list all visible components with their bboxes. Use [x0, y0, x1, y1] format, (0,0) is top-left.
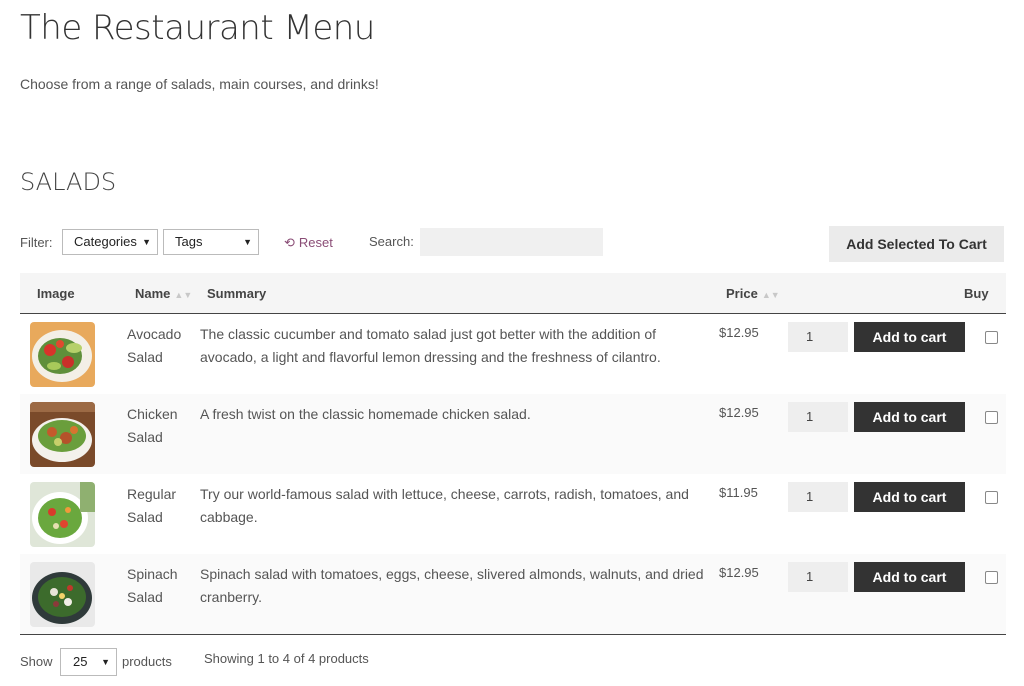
section-title: SALADS: [20, 168, 117, 196]
categories-select[interactable]: Categories ▼: [62, 229, 158, 255]
per-page-select[interactable]: 25 ▼: [60, 648, 117, 676]
quantity-input[interactable]: 1: [788, 482, 848, 512]
search-input[interactable]: [420, 228, 603, 256]
products-label: products: [122, 654, 172, 669]
buy-checkbox[interactable]: [985, 491, 998, 504]
product-price: $12.95: [719, 405, 759, 420]
header-summary: Summary: [207, 286, 267, 301]
chevron-down-icon: ▼: [243, 237, 252, 247]
buy-checkbox[interactable]: [985, 331, 998, 344]
table-row: Spinach Salad Spinach salad with tomatoe…: [20, 554, 1006, 634]
product-image-chicken-salad[interactable]: [30, 402, 95, 467]
sort-icon: ▲▼: [761, 290, 780, 300]
sort-icon: ▲▼: [174, 290, 193, 300]
header-name[interactable]: Name ▲▼: [135, 286, 192, 301]
search-label: Search:: [369, 234, 414, 249]
header-buy: Buy: [964, 286, 989, 301]
product-image-avocado-salad[interactable]: [30, 322, 95, 387]
categories-select-value: Categories: [74, 234, 137, 249]
chevron-down-icon: ▼: [101, 657, 110, 667]
products-table: Image Name ▲▼ Summary Price ▲▼ Buy Avocado…: [20, 273, 1006, 635]
product-summary: Try our world-famous salad with lettuce,…: [200, 486, 689, 525]
quantity-input[interactable]: 1: [788, 562, 848, 592]
per-page-value: 25: [73, 654, 88, 669]
product-name: Regular Salad: [127, 486, 177, 525]
table-row: Regular Salad Try our world-famous salad…: [20, 474, 1006, 554]
product-summary: The classic cucumber and tomato salad ju…: [200, 326, 661, 365]
product-image-spinach-salad[interactable]: [30, 562, 95, 627]
product-image-regular-salad[interactable]: [30, 482, 95, 547]
reset-link[interactable]: ⟲ Reset: [284, 235, 333, 251]
add-to-cart-button[interactable]: Add to cart: [854, 562, 965, 592]
quantity-input[interactable]: 1: [788, 322, 848, 352]
filter-label: Filter:: [20, 235, 53, 250]
header-image: Image: [37, 286, 75, 301]
reset-label: Reset: [298, 235, 333, 250]
table-row: Chicken Salad A fresh twist on the class…: [20, 394, 1006, 474]
tags-select-value: Tags: [175, 234, 203, 249]
showing-count: Showing 1 to 4 of 4 products: [204, 651, 369, 666]
tags-select[interactable]: Tags ▼: [163, 229, 259, 255]
product-name: Chicken Salad: [127, 406, 178, 445]
buy-checkbox[interactable]: [985, 411, 998, 424]
reset-icon: ⟲: [284, 235, 295, 250]
add-to-cart-button[interactable]: Add to cart: [854, 322, 965, 352]
buy-checkbox[interactable]: [985, 571, 998, 584]
add-to-cart-button[interactable]: Add to cart: [854, 402, 965, 432]
header-name-label: Name: [135, 286, 171, 301]
page-intro: Choose from a range of salads, main cour…: [20, 76, 379, 92]
product-name: Spinach Salad: [127, 566, 178, 605]
table-divider: [20, 634, 1006, 635]
product-name: Avocado Salad: [127, 326, 182, 365]
chevron-down-icon: ▼: [142, 237, 151, 247]
product-summary: Spinach salad with tomatoes, eggs, chees…: [200, 566, 704, 605]
quantity-input[interactable]: 1: [788, 402, 848, 432]
add-selected-to-cart-button[interactable]: Add Selected To Cart: [829, 226, 1004, 262]
page-title: The Restaurant Menu: [20, 8, 375, 48]
show-label: Show: [20, 654, 53, 669]
table-row: Avocado Salad The classic cucumber and t…: [20, 314, 1006, 394]
product-price: $12.95: [719, 325, 759, 340]
header-price-label: Price: [726, 286, 758, 301]
add-to-cart-button[interactable]: Add to cart: [854, 482, 965, 512]
header-price[interactable]: Price ▲▼: [726, 286, 780, 301]
product-price: $12.95: [719, 565, 759, 580]
product-price: $11.95: [719, 485, 758, 500]
product-summary: A fresh twist on the classic homemade ch…: [200, 406, 531, 422]
table-header: Image Name ▲▼ Summary Price ▲▼ Buy: [20, 273, 1006, 314]
